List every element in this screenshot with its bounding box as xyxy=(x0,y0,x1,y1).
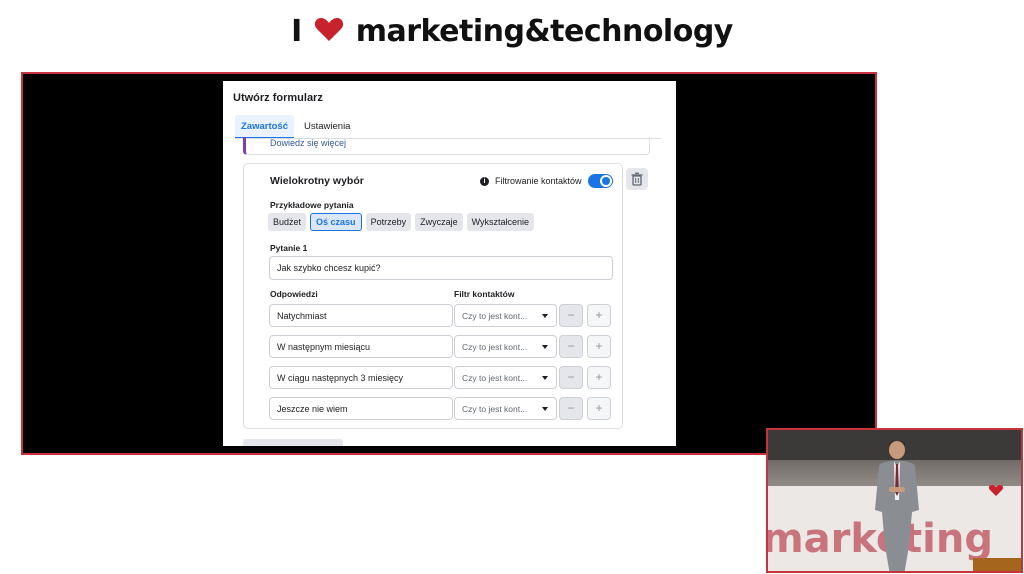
dialog-title: Utwórz formularz xyxy=(233,92,323,104)
answer-input[interactable]: W następnym miesiącu xyxy=(269,335,453,358)
caret-down-icon xyxy=(542,314,548,318)
logo-prefix: I xyxy=(291,14,302,49)
select-value: Czy to jest kont... xyxy=(462,404,528,414)
caret-down-icon xyxy=(542,407,548,411)
chip-budget[interactable]: Budżet xyxy=(268,213,307,231)
remove-answer-button[interactable]: − xyxy=(559,397,583,420)
answer-row: W ciągu następnych 3 miesięcy Czy to jes… xyxy=(269,366,614,390)
trash-icon xyxy=(631,172,643,186)
bottom-button-partial[interactable] xyxy=(243,439,343,446)
contact-filter-select[interactable]: Czy to jest kont... xyxy=(454,397,557,420)
answers-label: Odpowiedzi xyxy=(270,289,318,299)
remove-answer-button[interactable]: − xyxy=(559,335,583,358)
remove-answer-button[interactable]: − xyxy=(559,304,583,327)
answer-input[interactable]: Natychmiast xyxy=(269,304,453,327)
event-logo: I marketing&technology xyxy=(0,14,1024,50)
info-icon[interactable]: i xyxy=(480,176,489,186)
heart-icon xyxy=(314,15,344,50)
contact-filter-select[interactable]: Czy to jest kont... xyxy=(454,335,557,358)
chip-needs[interactable]: Potrzeby xyxy=(365,213,412,231)
question-input[interactable]: Jak szybko chcesz kupić? xyxy=(269,256,613,280)
chip-timeline[interactable]: Oś czasu xyxy=(310,213,362,231)
delete-question-button[interactable] xyxy=(626,168,648,190)
tab-bar: Zawartość Ustawienia xyxy=(235,115,360,139)
learn-more-link[interactable]: Dowiedz się więcej xyxy=(270,138,346,148)
question-label: Pytanie 1 xyxy=(270,243,308,253)
caret-down-icon xyxy=(542,345,548,349)
create-form-dialog: Utwórz formularz Zawartość Ustawienia Do… xyxy=(223,81,676,446)
contact-filter-toggle-group: i Filtrowanie kontaktów xyxy=(480,174,613,188)
add-answer-button[interactable]: + xyxy=(587,304,611,327)
contact-filter-select[interactable]: Czy to jest kont... xyxy=(454,304,557,327)
sample-question-chips: Budżet Oś czasu Potrzeby Zwyczaje Wykszt… xyxy=(268,213,538,231)
caret-down-icon xyxy=(542,376,548,380)
chip-education[interactable]: Wykształcenie xyxy=(466,213,535,231)
select-value: Czy to jest kont... xyxy=(462,311,528,321)
select-value: Czy to jest kont... xyxy=(462,373,528,383)
answer-row: Natychmiast Czy to jest kont... − + xyxy=(269,304,614,328)
question-type-title: Wielokrotny wybór xyxy=(270,175,364,187)
add-answer-button[interactable]: + xyxy=(587,397,611,420)
logo-suffix: marketing&technology xyxy=(355,14,734,49)
tab-content[interactable]: Zawartość xyxy=(235,115,294,139)
answer-row: W następnym miesiącu Czy to jest kont...… xyxy=(269,335,614,359)
banner-text: marketing xyxy=(768,516,993,562)
add-answer-button[interactable]: + xyxy=(587,335,611,358)
add-answer-button[interactable]: + xyxy=(587,366,611,389)
select-value: Czy to jest kont... xyxy=(462,342,528,352)
answer-input[interactable]: W ciągu następnych 3 miesięcy xyxy=(269,366,453,389)
sample-questions-label: Przykładowe pytania xyxy=(270,200,354,210)
answer-row: Jeszcze nie wiem Czy to jest kont... − + xyxy=(269,397,614,421)
info-section: Dowiedz się więcej xyxy=(243,137,650,155)
contact-filter-select[interactable]: Czy to jest kont... xyxy=(454,366,557,389)
toggle-knob xyxy=(599,175,612,187)
contact-filter-toggle[interactable] xyxy=(587,174,613,188)
remove-answer-button[interactable]: − xyxy=(559,366,583,389)
speaker-video: marketing xyxy=(766,428,1023,573)
tab-settings[interactable]: Ustawienia xyxy=(298,115,356,139)
chip-habits[interactable]: Zwyczaje xyxy=(415,213,463,231)
contact-filter-column-label: Filtr kontaktów xyxy=(454,289,515,299)
contact-filter-label: Filtrowanie kontaktów xyxy=(495,176,582,186)
multiple-choice-card: Wielokrotny wybór i Filtrowanie kontaktó… xyxy=(243,163,623,429)
presentation-stage: I marketing&technology Utwórz formularz … xyxy=(0,0,1024,574)
speaker-scene: marketing xyxy=(768,430,1021,571)
answer-input[interactable]: Jeszcze nie wiem xyxy=(269,397,453,420)
